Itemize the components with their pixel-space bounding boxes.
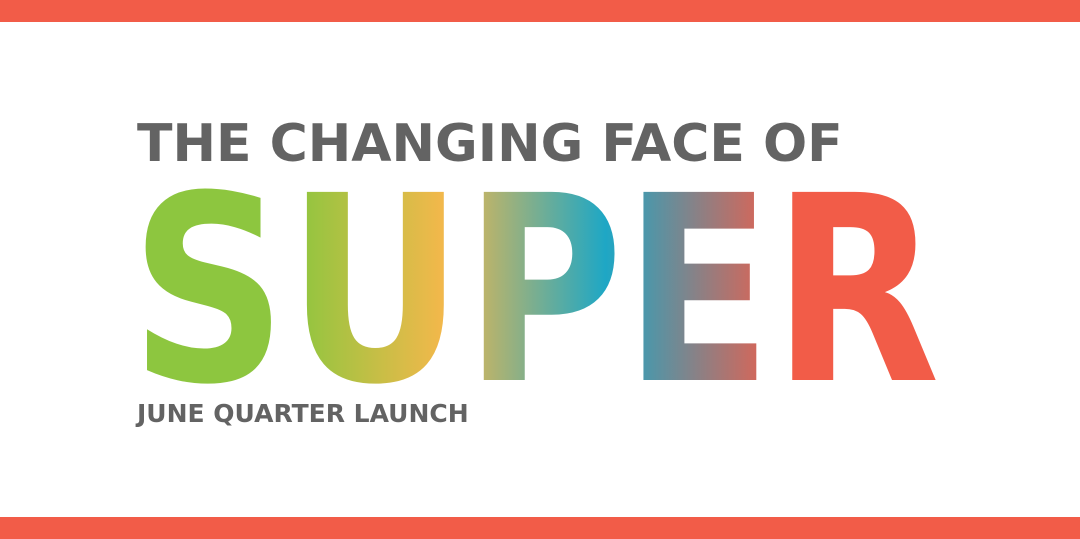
subline: JUNE QUARTER LAUNCH <box>137 399 469 428</box>
super-wordmark: SUPER <box>130 180 950 390</box>
bottom-stripe <box>0 517 1080 539</box>
top-stripe <box>0 0 1080 22</box>
super-word: SUPER <box>130 180 940 390</box>
headline: THE CHANGING FACE OF <box>137 114 843 174</box>
